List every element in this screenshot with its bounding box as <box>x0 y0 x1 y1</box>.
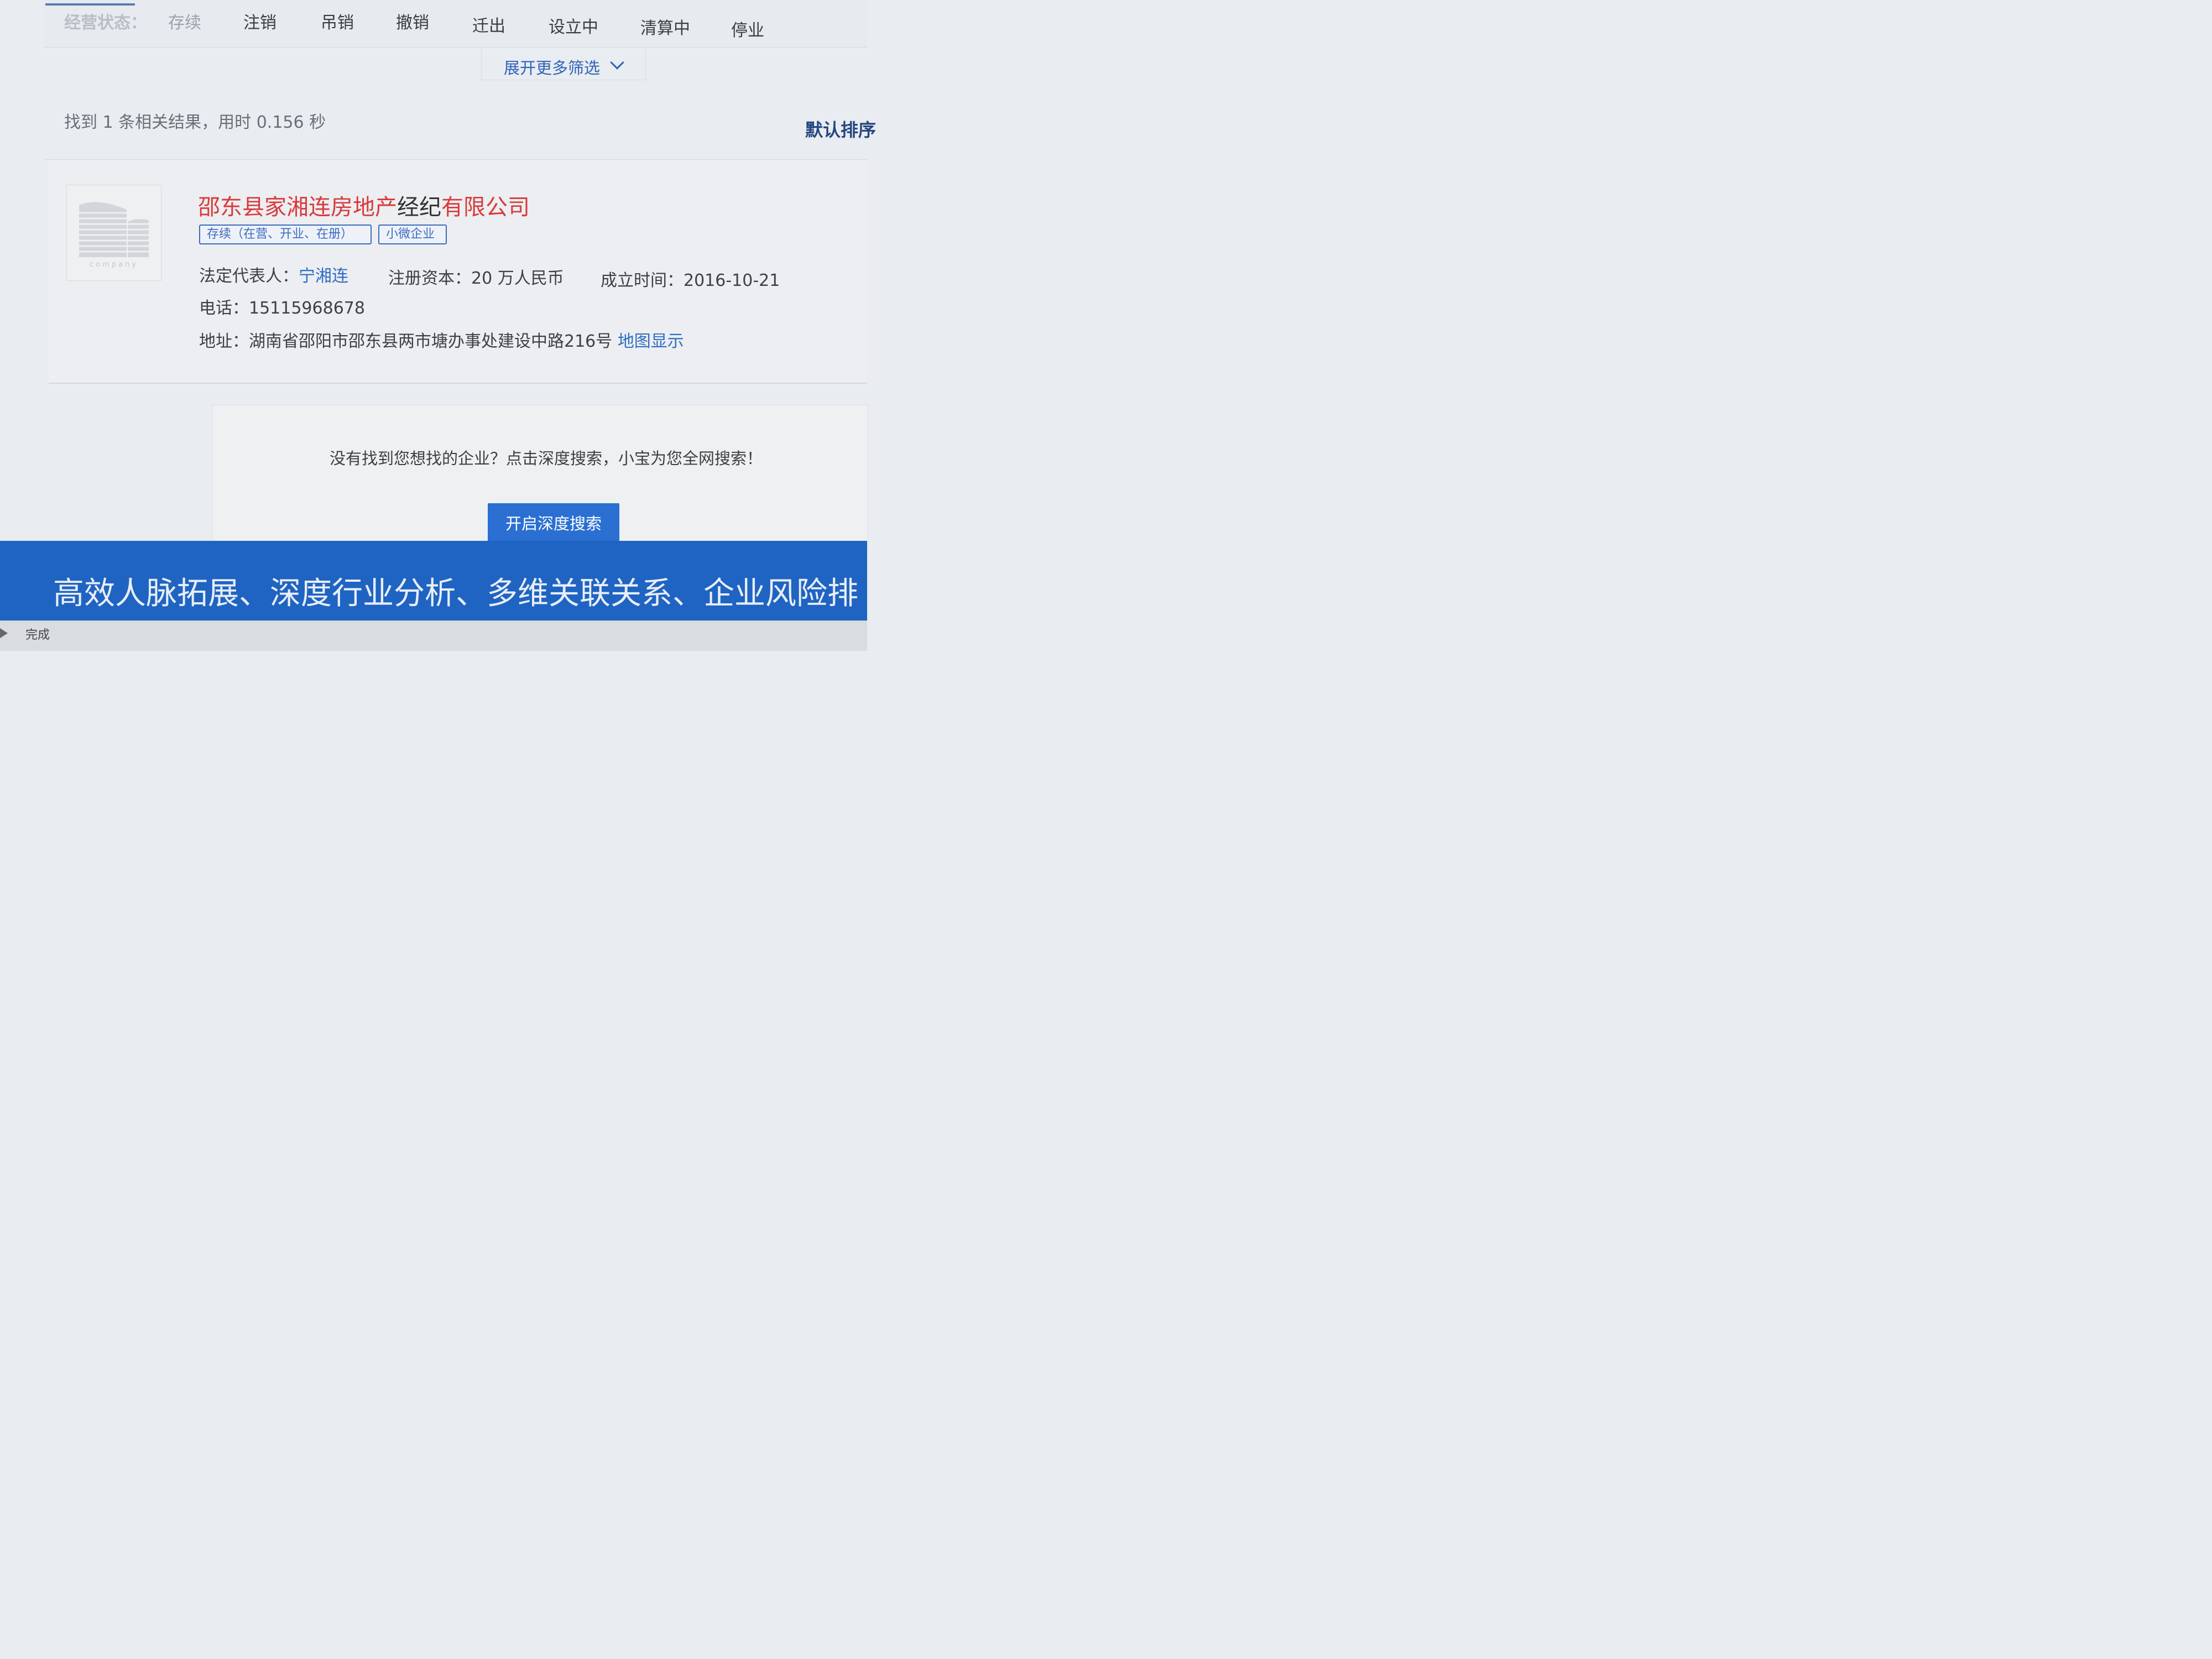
legal-rep-label: 法定代表人： <box>199 267 299 286</box>
logo-caption: company <box>90 260 138 269</box>
status-badge: 存续（在营、开业、在册） <box>199 225 372 244</box>
filter-option-cancelled[interactable]: 注销 <box>243 9 276 33</box>
company-name-part1: 邵东县家湘连房地产 <box>198 195 397 220</box>
address-value: 湖南省邵阳市邵东县两市塘办事处建设中路216号 <box>249 332 613 351</box>
play-icon <box>0 628 8 638</box>
phone-row: 电话：15115968678 <box>199 294 365 319</box>
deep-search-prompt: 没有找到您想找的企业？点击深度搜索，小宝为您全网搜索！ <box>330 449 763 468</box>
expand-filters-button[interactable]: 展开更多筛选 <box>481 49 646 80</box>
capital-label: 注册资本： <box>388 269 471 288</box>
filter-option-survival[interactable]: 存续 <box>168 9 201 33</box>
company-logo: company <box>66 185 161 281</box>
result-count: 找到 1 条相关结果，用时 0.156 秒 <box>64 113 326 132</box>
company-name-part3: 有限公司 <box>441 195 530 220</box>
map-link[interactable]: 地图显示 <box>618 332 684 351</box>
address-label: 地址： <box>199 332 249 351</box>
size-badge: 小微企业 <box>378 225 447 244</box>
capital-row: 注册资本：20 万人民币 <box>388 264 564 289</box>
sort-dropdown[interactable]: 默认排序 <box>805 116 876 142</box>
browser-status-bar <box>0 620 867 651</box>
address-row: 地址：湖南省邵阳市邵东县两市塘办事处建设中路216号 地图显示 <box>199 327 684 352</box>
filter-option-withdrawn[interactable]: 撤销 <box>396 9 429 33</box>
filter-option-revoked[interactable]: 吊销 <box>321 9 354 33</box>
divider <box>44 159 867 160</box>
phone-label: 电话： <box>199 299 249 318</box>
phone-value: 15115968678 <box>249 299 365 318</box>
filter-option-moved-out[interactable]: 迁出 <box>472 12 505 36</box>
company-name-part2: 经纪 <box>397 195 441 220</box>
active-tab-indicator <box>45 3 135 6</box>
legal-rep-row: 法定代表人：宁湘连 <box>199 262 348 286</box>
expand-filters-label: 展开更多筛选 <box>504 59 601 77</box>
filter-label: 经营状态： <box>64 13 147 33</box>
building-icon <box>78 202 150 257</box>
filter-option-establishing[interactable]: 设立中 <box>549 13 598 38</box>
status-text: 完成 <box>25 628 50 642</box>
legal-rep-link[interactable]: 宁湘连 <box>299 267 348 286</box>
founded-value: 2016-10-21 <box>684 271 780 290</box>
company-name-link[interactable]: 邵东县家湘连房地产经纪有限公司 <box>198 189 530 221</box>
deep-search-button[interactable]: 开启深度搜索 <box>488 503 619 543</box>
chevron-down-icon <box>610 55 624 70</box>
filter-option-suspended[interactable]: 停业 <box>731 17 764 41</box>
founded-row: 成立时间：2016-10-21 <box>601 267 780 291</box>
founded-label: 成立时间： <box>601 271 684 290</box>
promo-text: 高效人脉拓展、深度行业分析、多维关联关系、企业风险排 <box>53 576 858 612</box>
capital-value: 20 万人民币 <box>471 269 564 288</box>
filter-option-liquidating[interactable]: 清算中 <box>640 14 690 39</box>
